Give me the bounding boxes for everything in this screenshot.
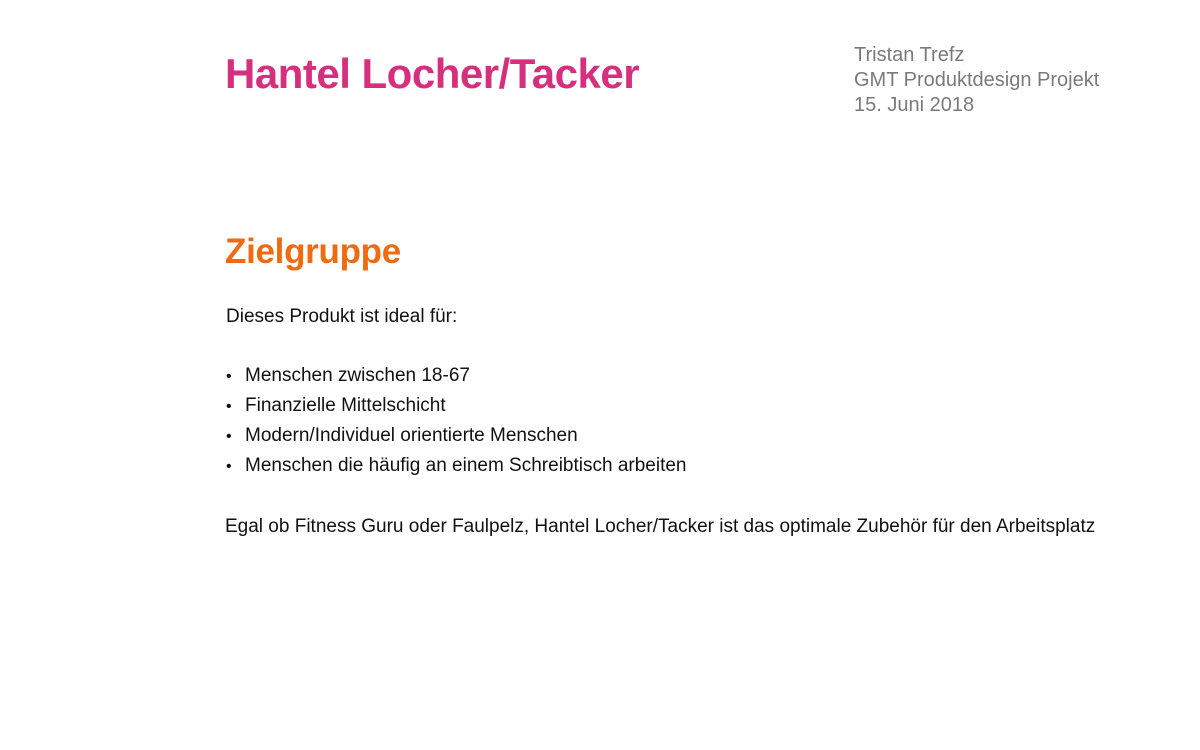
list-item-text: Modern/Individuel orientierte Menschen xyxy=(245,425,578,446)
intro-text: Dieses Produkt ist ideal für: xyxy=(226,306,458,327)
bullet-icon: • xyxy=(226,368,232,385)
list-item: • Menschen die häufig an einem Schreibti… xyxy=(226,453,687,483)
target-group-list: • Menschen zwischen 18-67 • Finanzielle … xyxy=(226,363,687,483)
author-name: Tristan Trefz xyxy=(854,44,965,66)
section-heading: Zielgruppe xyxy=(225,232,401,271)
bullet-icon: • xyxy=(226,398,232,415)
document-meta: Tristan Trefz GMT Produktdesign Projekt … xyxy=(854,43,1099,118)
closing-text: Egal ob Fitness Guru oder Faulpelz, Hant… xyxy=(225,516,1096,537)
list-item-text: Menschen die häufig an einem Schreibtisc… xyxy=(245,455,687,476)
bullet-icon: • xyxy=(226,428,232,445)
bullet-icon: • xyxy=(226,458,232,475)
document-page: Hantel Locher/Tacker Tristan Trefz GMT P… xyxy=(0,0,1200,750)
list-item: • Modern/Individuel orientierte Menschen xyxy=(226,423,687,453)
list-item-text: Menschen zwischen 18-67 xyxy=(245,365,470,386)
list-item-text: Finanzielle Mittelschicht xyxy=(245,395,446,416)
document-title: Hantel Locher/Tacker xyxy=(225,50,640,97)
list-item: • Finanzielle Mittelschicht xyxy=(226,393,687,423)
list-item: • Menschen zwischen 18-67 xyxy=(226,363,687,393)
document-date: 15. Juni 2018 xyxy=(854,94,975,116)
project-name: GMT Produktdesign Projekt xyxy=(854,69,1100,91)
